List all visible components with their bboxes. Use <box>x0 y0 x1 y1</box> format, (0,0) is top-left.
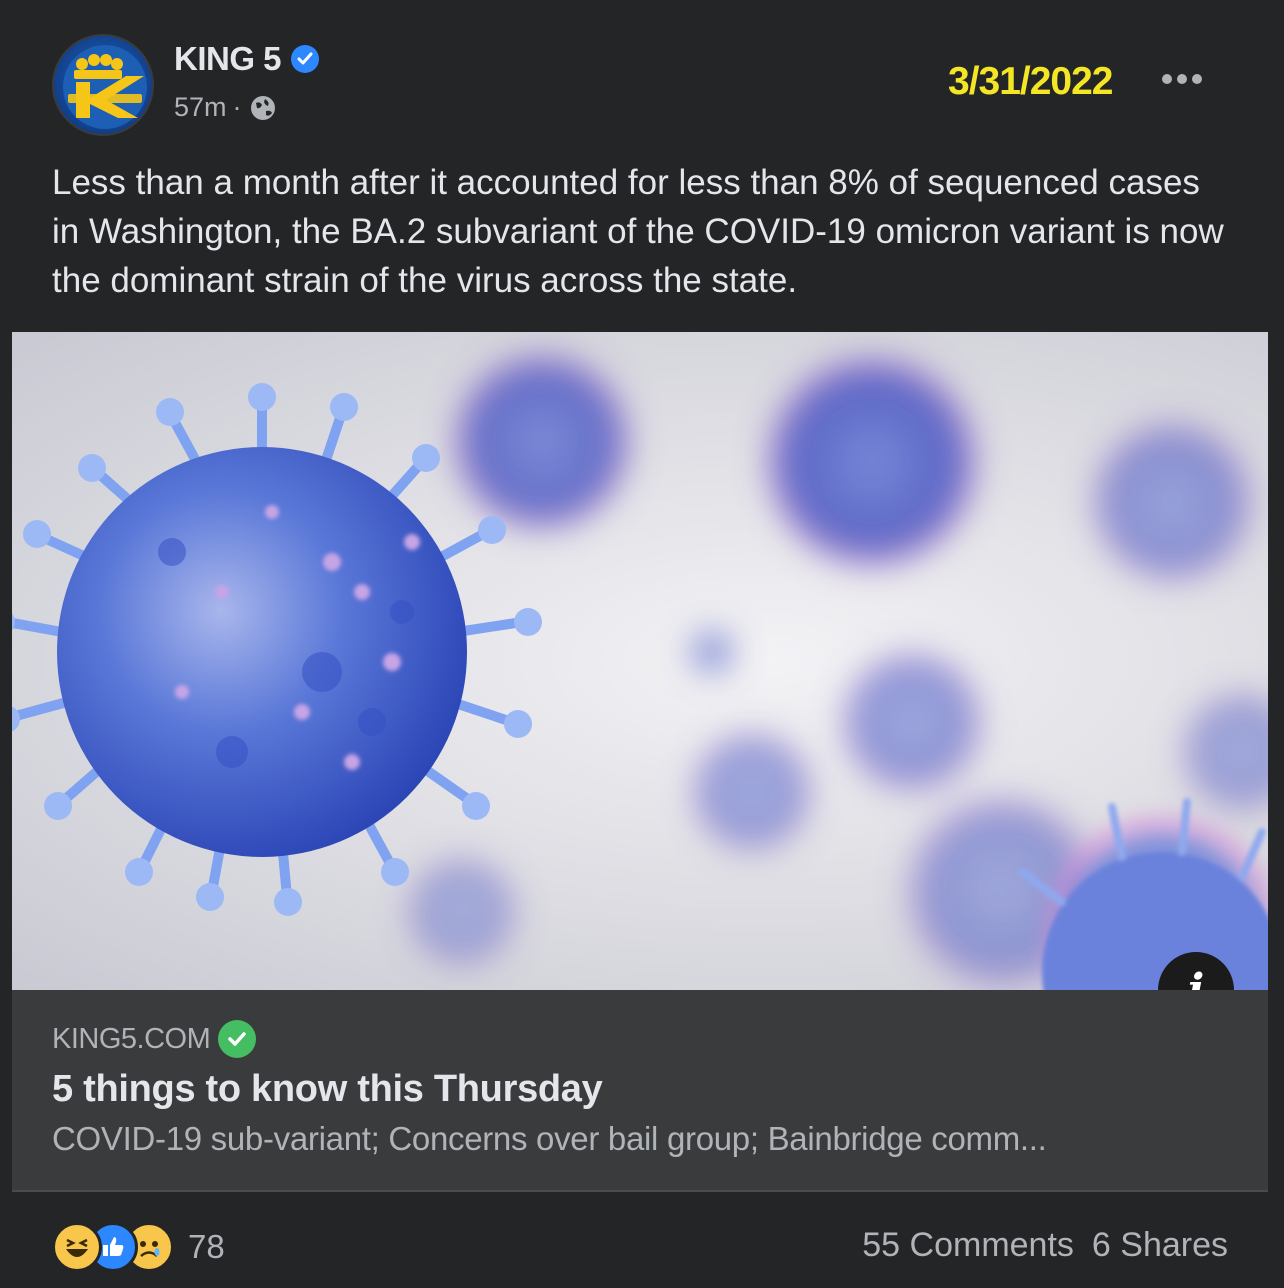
virus-illustration <box>12 354 1268 990</box>
post-body-text: Less than a month after it accounted for… <box>52 163 1224 300</box>
link-preview-image[interactable] <box>12 332 1268 990</box>
date-stamp: 3/31/2022 <box>948 60 1114 103</box>
page-avatar[interactable] <box>52 34 154 136</box>
link-domain: KING5.COM <box>52 1022 211 1055</box>
domain-verified-icon <box>218 1020 257 1058</box>
verified-badge-icon <box>291 45 320 73</box>
haha-reaction-icon <box>52 1222 102 1272</box>
shares-count[interactable]: 6 Shares <box>1092 1226 1228 1265</box>
meta-separator: · <box>232 92 242 122</box>
post-meta: 57m · <box>174 92 278 123</box>
reaction-summary[interactable]: 78 <box>52 1222 225 1272</box>
post-header: KING 5 57m · 3/31/2022 <box>52 32 1224 136</box>
footer-divider <box>12 1190 1268 1192</box>
facebook-post: KING 5 57m · 3/31/2022 Less than a month… <box>0 0 1284 1288</box>
post-timestamp[interactable]: 57m <box>174 92 227 123</box>
reaction-count: 78 <box>188 1228 225 1265</box>
link-description: COVID-19 sub-variant; Concerns over bail… <box>52 1120 1047 1157</box>
link-domain-row: KING5.COM <box>52 1020 257 1058</box>
globe-icon <box>248 93 278 123</box>
link-title[interactable]: 5 things to know this Thursday <box>52 1068 603 1111</box>
more-options-icon[interactable] <box>1162 72 1210 86</box>
engagement-stats: 55 Comments 6 Shares <box>862 1226 1228 1265</box>
page-name[interactable]: KING 5 <box>174 40 282 78</box>
page-name-row: KING 5 <box>174 40 320 78</box>
link-preview-card[interactable]: KING5.COM 5 things to know this Thursday… <box>12 990 1268 1190</box>
comments-count[interactable]: 55 Comments <box>862 1226 1074 1265</box>
king5-logo <box>63 45 147 129</box>
